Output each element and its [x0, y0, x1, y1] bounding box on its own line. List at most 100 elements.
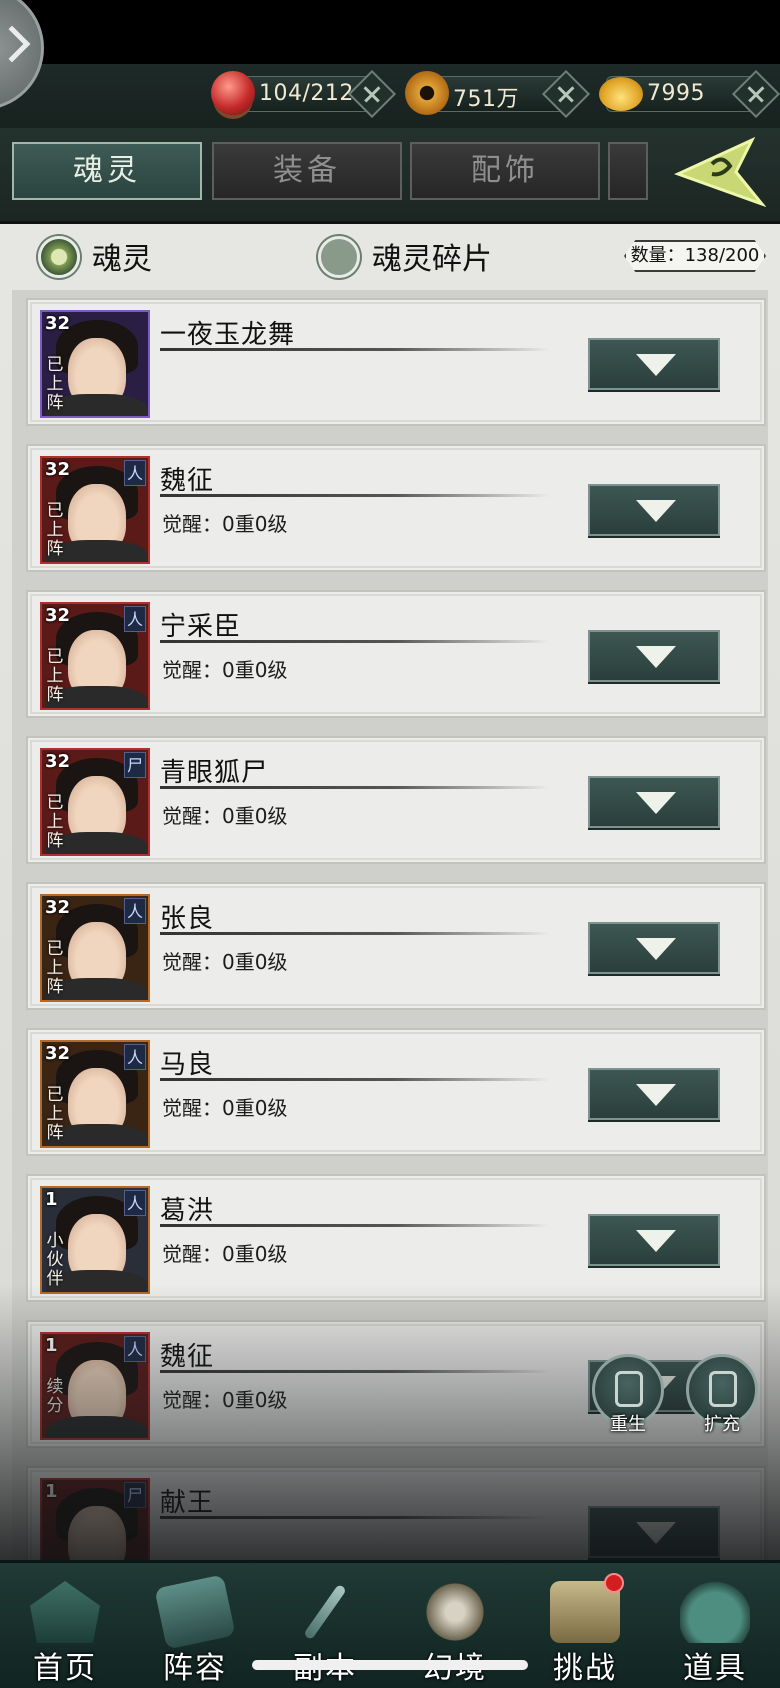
nav-challenge[interactable]: 挑战 [520, 1563, 650, 1688]
level-badge: 1 [45, 1481, 58, 1502]
red-orb-icon [211, 71, 255, 115]
character-portrait[interactable]: 1 续分 人 [40, 1332, 150, 1440]
level-badge: 32 [45, 897, 71, 918]
level-badge: 32 [45, 459, 71, 480]
nav-home-label: 首页 [33, 1651, 97, 1686]
status-tag: 已上阵 [46, 501, 64, 559]
character-portrait[interactable]: 32 已上阵 人 [40, 894, 150, 1002]
name-underline [160, 1224, 550, 1227]
tab-accessories[interactable]: 配饰 [410, 142, 600, 200]
status-tag: 已上阵 [46, 939, 64, 997]
radio-soul[interactable] [38, 236, 80, 278]
radio-soul-fragments[interactable] [318, 236, 360, 278]
chevron-down-icon [636, 1084, 676, 1106]
character-name: 张良 [160, 904, 215, 934]
soul-card[interactable]: 32 已上阵 人张良 觉醒：0重0级 [26, 882, 766, 1010]
character-name: 马良 [160, 1050, 215, 1080]
element-badge: 人 [124, 1044, 146, 1070]
gold-ingot-icon [599, 77, 643, 111]
nav-lineup[interactable]: 阵容 [130, 1563, 260, 1688]
copper-coin-icon [405, 71, 449, 115]
chevron-down-icon [636, 500, 676, 522]
expand-button[interactable] [588, 630, 720, 682]
name-underline [160, 932, 550, 935]
expand-button[interactable] [588, 1214, 720, 1266]
nav-home[interactable]: 首页 [0, 1563, 130, 1688]
character-portrait[interactable]: 32 已上阵 尸 [40, 748, 150, 856]
character-portrait[interactable]: 32 已上阵 [40, 310, 150, 418]
tab-more[interactable] [608, 142, 648, 200]
character-portrait[interactable]: 32 已上阵 人 [40, 602, 150, 710]
filter-bar: 魂灵 魂灵碎片 数量：138/200 [0, 224, 780, 290]
nav-items[interactable]: 道具 [650, 1563, 780, 1688]
soul-card[interactable]: 32 已上阵 尸青眼狐尸 觉醒：0重0级 [26, 736, 766, 864]
level-badge: 1 [45, 1189, 58, 1210]
stamina-resource: 104/212 [211, 69, 397, 119]
character-name: 魏征 [160, 466, 215, 496]
radio-soul-fragments-label: 魂灵碎片 [372, 242, 492, 277]
character-portrait[interactable]: 1 小伙伴 人 [40, 1186, 150, 1294]
radio-soul-label: 魂灵 [92, 242, 152, 277]
expand-button[interactable] [588, 484, 720, 536]
top-bar: 104/212 751万 7995 [0, 0, 780, 128]
awaken-status: 觉醒：0重0级 [162, 1242, 288, 1266]
character-name: 一夜玉龙舞 [160, 320, 296, 350]
home-indicator [252, 1660, 528, 1670]
expand-capacity-label: 扩充 [704, 1414, 740, 1435]
expand-button[interactable] [588, 1506, 720, 1558]
add-coin-button[interactable] [541, 69, 591, 119]
character-portrait[interactable]: 32 已上阵 人 [40, 1040, 150, 1148]
name-underline [160, 1370, 550, 1373]
soul-card[interactable]: 1 小伙伴 人葛洪 觉醒：0重0级 [26, 1174, 766, 1302]
back-button[interactable] [0, 0, 44, 110]
status-tag: 已上阵 [46, 793, 64, 851]
nav-items-label: 道具 [683, 1651, 747, 1686]
soul-card[interactable]: 32 已上阵 人马良觉醒：0重0级 [26, 1028, 766, 1156]
soul-card[interactable]: 1 尸献王 [26, 1466, 766, 1560]
element-badge: 尸 [124, 1482, 146, 1508]
soul-inventory-panel: 魂灵 魂灵碎片 数量：138/200 32 已上阵 一夜玉龙舞 32 已上阵人魏征 觉醒：… [0, 224, 780, 1560]
portrait-robe [46, 1416, 148, 1438]
coin-resource: 751万 [405, 69, 591, 119]
illusion-icon [420, 1581, 490, 1643]
expand-button[interactable] [588, 776, 720, 828]
nav-lineup-label: 阵容 [163, 1651, 227, 1686]
notification-dot [604, 1573, 624, 1593]
coin-value: 751万 [453, 87, 519, 112]
add-ingot-button[interactable] [731, 69, 780, 119]
status-tag: 已上阵 [46, 1085, 64, 1143]
tab-soul[interactable]: 魂灵 [12, 142, 202, 200]
name-underline [160, 494, 550, 497]
chevron-down-icon [636, 646, 676, 668]
rebirth-icon [615, 1371, 643, 1407]
name-underline [160, 1078, 550, 1081]
soul-card[interactable]: 32 已上阵 一夜玉龙舞 [26, 298, 766, 426]
chevron-down-icon [636, 354, 676, 376]
status-tag: 已上阵 [46, 647, 64, 705]
soul-card[interactable]: 32 已上阵 人魏征 觉醒：0重0级 [26, 444, 766, 572]
awaken-status: 觉醒：0重0级 [162, 658, 288, 682]
expand-button[interactable] [588, 922, 720, 974]
level-badge: 32 [45, 313, 71, 334]
ingot-resource: 7995 [599, 69, 780, 119]
level-badge: 1 [45, 1335, 58, 1356]
chevron-down-icon [636, 1522, 676, 1544]
character-portrait[interactable]: 32 已上阵 人 [40, 456, 150, 564]
awaken-status: 觉醒：0重0级 [162, 1096, 288, 1120]
add-stamina-button[interactable] [347, 69, 397, 119]
status-tag: 续分 [46, 1377, 64, 1416]
soul-card[interactable]: 32 已上阵 人宁采臣 觉醒：0重0级 [26, 590, 766, 718]
level-badge: 32 [45, 1043, 71, 1064]
expand-button[interactable] [588, 338, 720, 390]
category-tabs: 魂灵 装备 配饰 [0, 128, 780, 224]
element-badge: 尸 [124, 752, 146, 778]
emblem-icon[interactable] [672, 134, 766, 210]
chevron-left-icon [0, 25, 31, 63]
expand-button[interactable] [588, 1068, 720, 1120]
name-underline [160, 348, 550, 351]
tab-equipment[interactable]: 装备 [212, 142, 402, 200]
name-underline [160, 1516, 550, 1519]
character-portrait[interactable]: 1尸 [40, 1478, 150, 1560]
nav-challenge-label: 挑战 [553, 1651, 617, 1686]
character-name: 青眼狐尸 [160, 758, 269, 788]
